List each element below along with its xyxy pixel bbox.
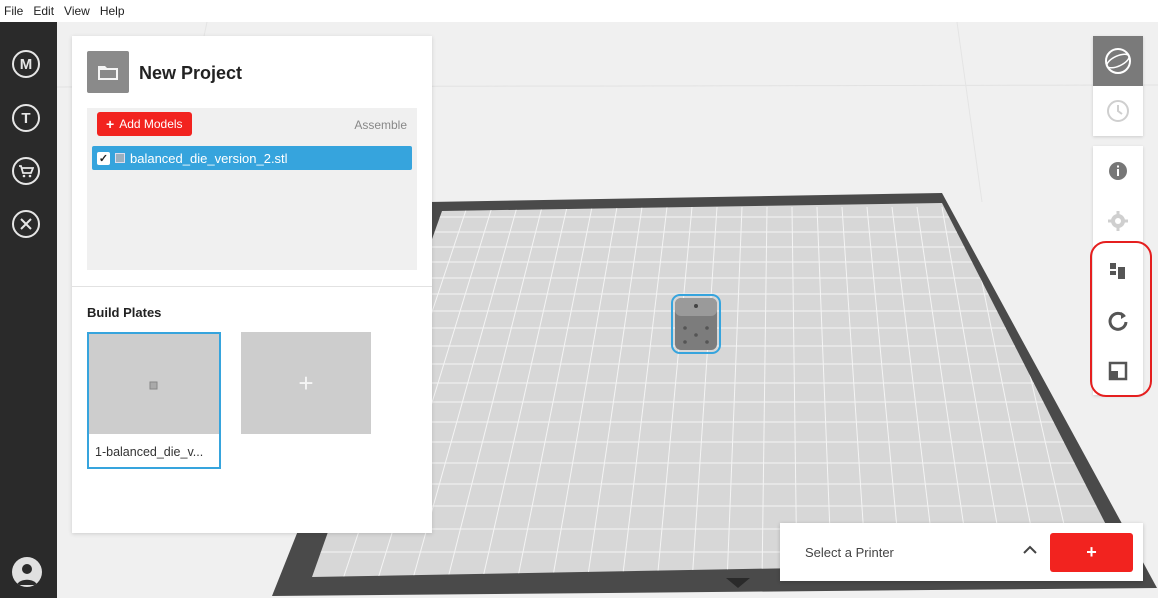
project-panel: New Project + Add Models Assemble ✓ bala… [72, 36, 432, 533]
add-models-label: Add Models [119, 117, 183, 131]
select-printer-label[interactable]: Select a Printer [805, 545, 894, 560]
info-icon[interactable] [1093, 146, 1143, 196]
model-cube-icon [115, 153, 125, 163]
model-filename: balanced_die_version_2.stl [130, 150, 288, 166]
menu-edit[interactable]: Edit [29, 4, 60, 18]
add-printer-button[interactable]: + [1050, 533, 1133, 572]
build-plate-card[interactable]: 1-balanced_die_v... [87, 332, 221, 469]
model-list-item[interactable]: ✓ balanced_die_version_2.stl [92, 146, 412, 170]
account-avatar-icon[interactable] [12, 557, 42, 587]
makerbot-logo-icon[interactable]: M [12, 50, 40, 78]
die-model[interactable] [669, 292, 725, 356]
printer-select-bar: Select a Printer + [780, 523, 1143, 581]
build-plate-label: 1-balanced_die_v... [95, 445, 204, 459]
build-plate-thumbnail [89, 334, 219, 434]
model-checkbox[interactable]: ✓ [97, 151, 110, 165]
left-rail: M T [0, 22, 57, 598]
assemble-button[interactable]: Assemble [354, 118, 407, 132]
settings-gear-icon[interactable] [1093, 196, 1143, 246]
menu-view[interactable]: View [60, 4, 96, 18]
thingiverse-icon[interactable]: T [12, 104, 40, 132]
print-preview-clock-icon[interactable] [1093, 86, 1143, 136]
menu-bar: File Edit View Help [0, 0, 1158, 22]
folder-icon [87, 51, 129, 93]
plus-icon: + [106, 116, 115, 132]
project-title: New Project [139, 63, 243, 83]
build-plates-title: Build Plates [87, 305, 162, 320]
store-cart-icon[interactable] [12, 157, 40, 185]
view-toolbar [1093, 36, 1143, 136]
model-list: + Add Models Assemble ✓ balanced_die_ver… [87, 108, 417, 270]
menu-help[interactable]: Help [96, 4, 131, 18]
panel-divider [72, 286, 432, 287]
highlight-annotation [1090, 241, 1152, 397]
plate-caret-icon [726, 578, 750, 588]
utilities-tools-icon[interactable] [12, 210, 40, 238]
globe-view-icon[interactable] [1093, 36, 1143, 86]
menu-file[interactable]: File [0, 4, 29, 18]
chevron-up-icon[interactable] [1023, 542, 1037, 560]
add-models-button[interactable]: + Add Models [97, 112, 192, 136]
add-build-plate-button[interactable]: + [241, 332, 371, 434]
